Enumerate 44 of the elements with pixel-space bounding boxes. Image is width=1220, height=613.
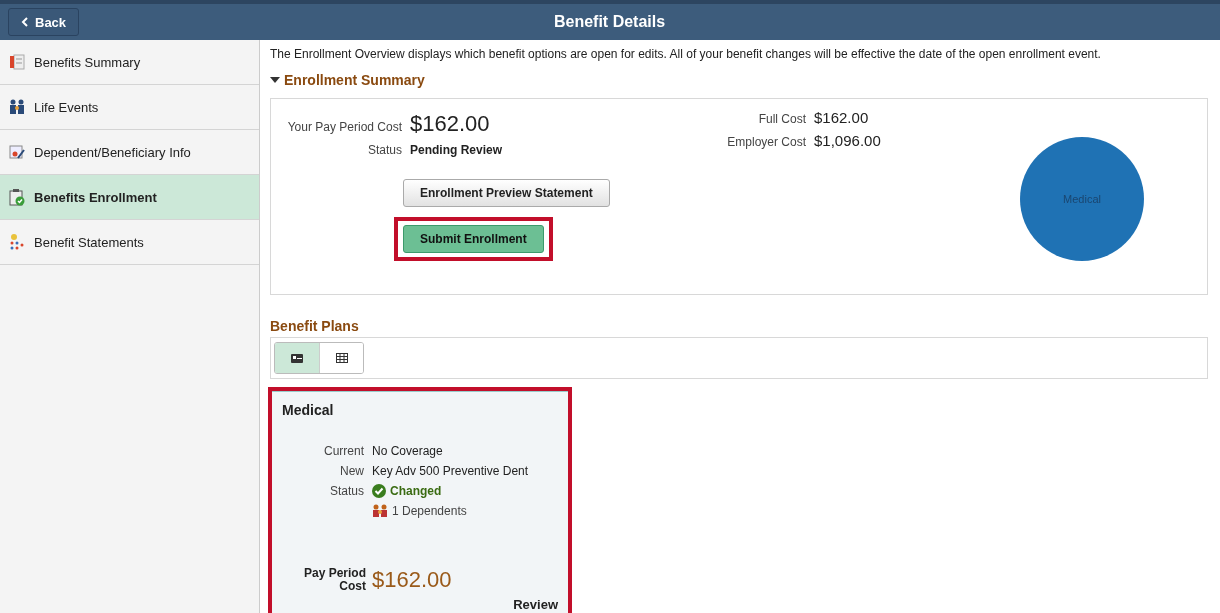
sidebar-item[interactable]: Benefits Enrollment xyxy=(0,175,259,220)
document-icon xyxy=(8,53,26,71)
intro-text: The Enrollment Overview displays which benefit options are open for edits. All of your benefit changes will be effective the date of the open enrollment event. xyxy=(270,46,1102,62)
field-label: Full Cost xyxy=(757,112,806,126)
field-label: Current xyxy=(323,444,364,458)
check-circle-icon xyxy=(372,484,386,498)
full-cost: $162.00 xyxy=(814,109,869,126)
employer-cost: $1,096.00 xyxy=(814,132,881,149)
field-label: Your Pay Period Cost xyxy=(286,120,402,134)
field-label: New xyxy=(339,464,364,478)
preview-button[interactable]: Enrollment Preview Statement xyxy=(403,179,610,207)
card-view-button[interactable] xyxy=(275,343,319,373)
field-label: Status xyxy=(366,143,402,157)
edit-document-icon xyxy=(8,143,26,161)
people-icon xyxy=(372,504,388,518)
field-label: Status xyxy=(328,484,364,498)
review-link[interactable]: Review xyxy=(513,597,558,612)
status-value: Changed xyxy=(390,484,442,498)
field-label: Pay Period Cost xyxy=(302,567,366,593)
field-label: Employer Cost xyxy=(726,135,806,149)
grid-view-button[interactable] xyxy=(319,343,363,373)
page-title: Benefit Details xyxy=(552,13,667,31)
dependents-link[interactable]: 1 Dependents xyxy=(392,504,467,518)
sidebar-item[interactable]: Benefits Summary xyxy=(0,40,259,85)
section-heading: Benefit Plans xyxy=(270,318,359,334)
chevron-left-icon xyxy=(21,17,29,27)
grid-icon xyxy=(335,353,348,363)
card-icon xyxy=(291,353,303,363)
field-value: Key Adv 500 Preventive Dent xyxy=(372,464,529,478)
submit-button[interactable]: Submit Enrollment xyxy=(403,225,544,253)
dots-icon xyxy=(8,233,26,251)
sidebar-item[interactable]: Life Events xyxy=(0,85,259,130)
slice-label: Medical xyxy=(1063,193,1101,205)
pay-period-cost: $162.00 xyxy=(372,567,452,593)
card-title: Medical xyxy=(282,402,335,418)
back-button[interactable]: Back xyxy=(8,8,80,36)
collapse-icon[interactable] xyxy=(270,76,280,84)
field-value: No Coverage xyxy=(372,444,443,458)
status-value: Pending Review xyxy=(410,143,503,157)
sidebar-item[interactable]: Benefit Statements xyxy=(0,220,259,265)
people-icon xyxy=(8,98,26,116)
pay-period-cost: $162.00 xyxy=(410,111,490,137)
clipboard-check-icon xyxy=(8,188,26,206)
section-heading: Enrollment Summary xyxy=(284,72,425,88)
